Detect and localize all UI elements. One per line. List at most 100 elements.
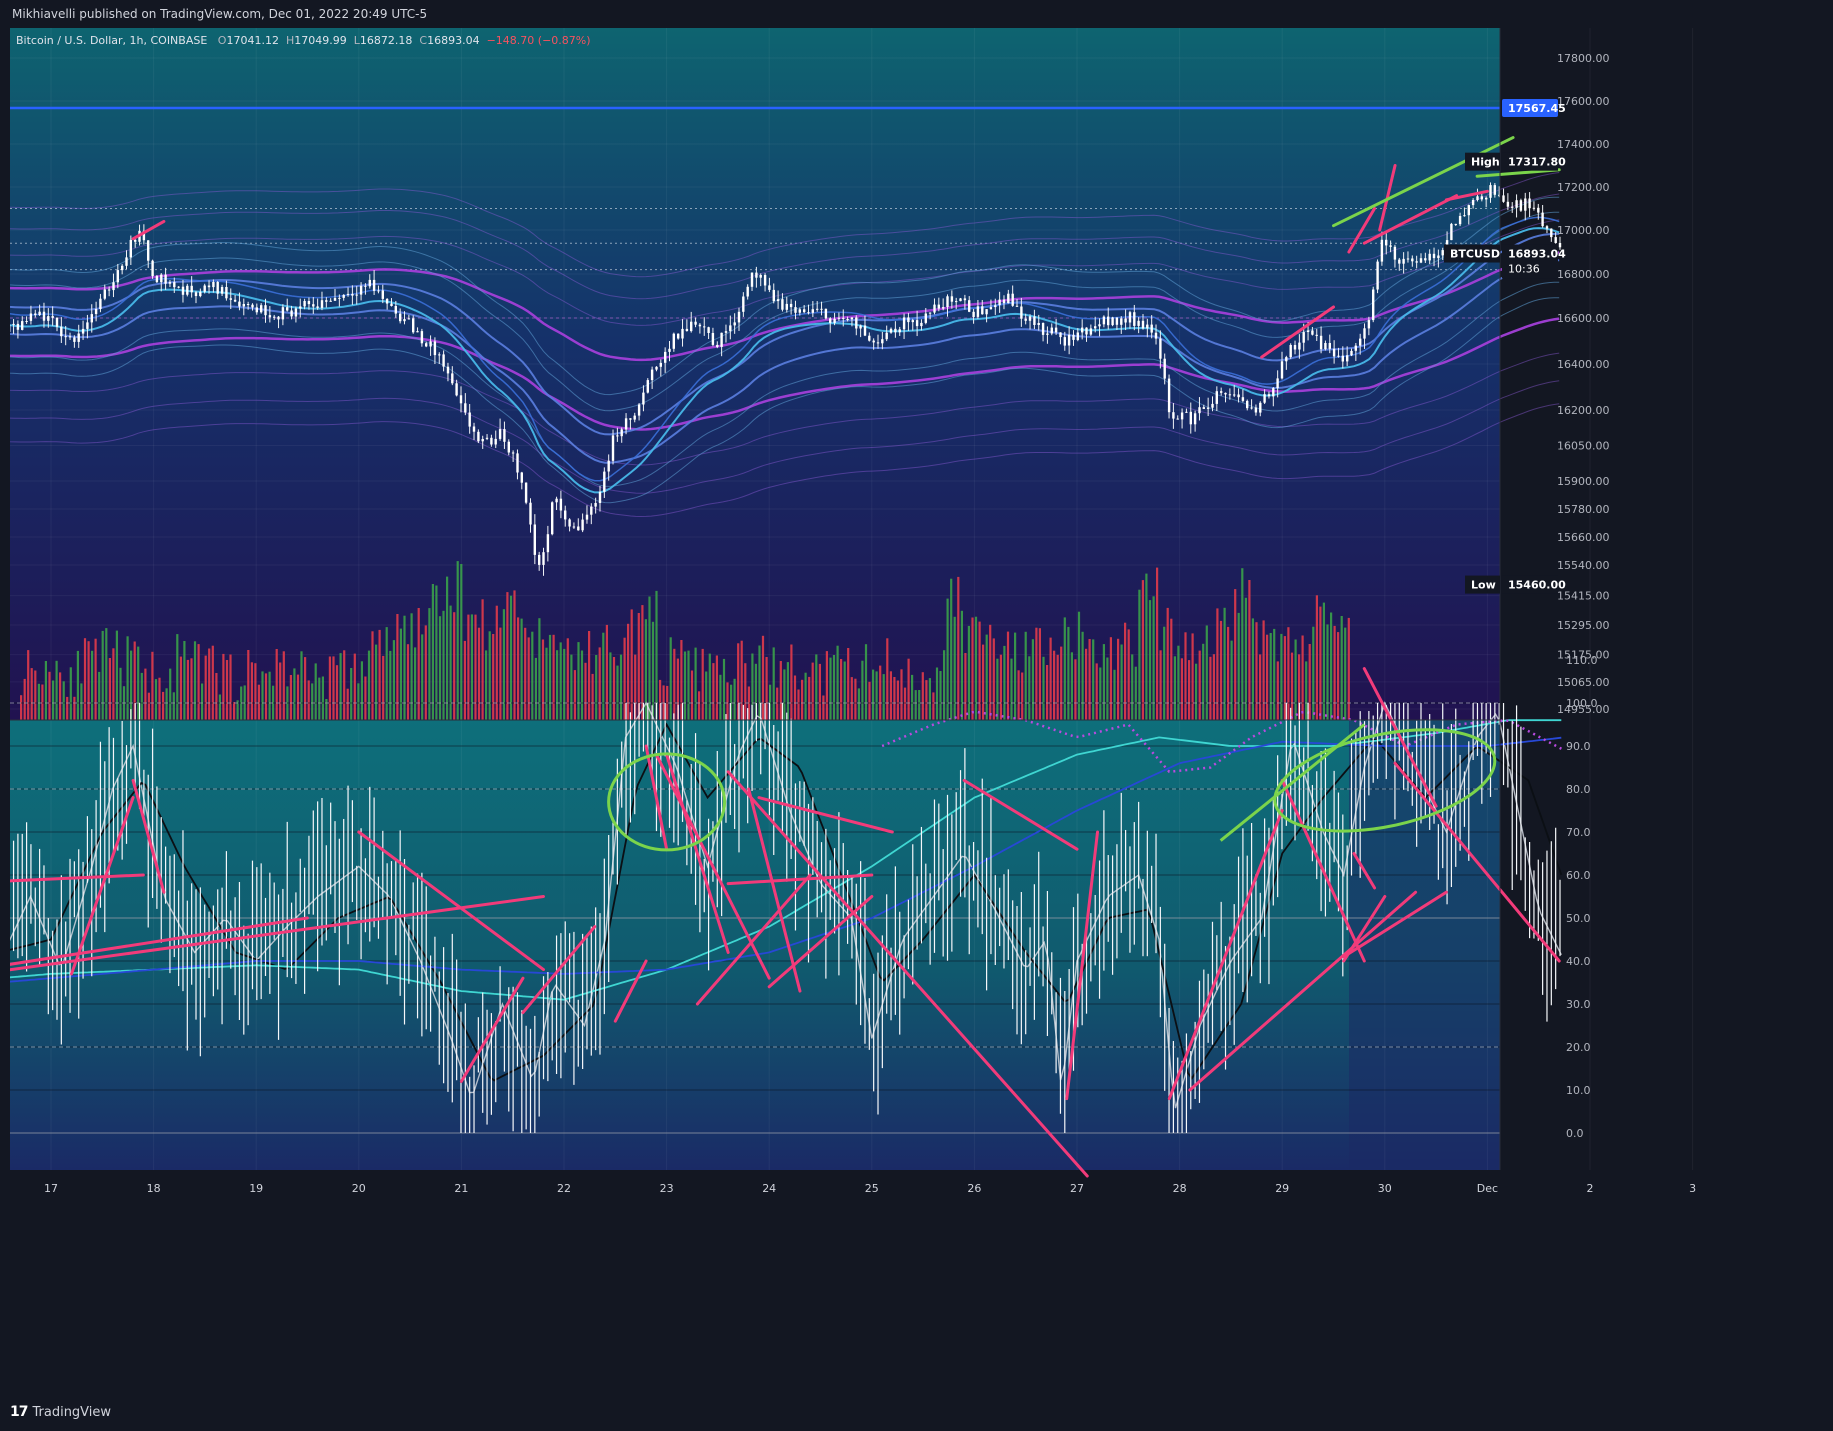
volume-bar-279 [1010, 658, 1013, 720]
candle-body-241 [994, 305, 997, 308]
candle-body-151 [603, 471, 606, 492]
candle-body-258 [1067, 334, 1071, 346]
volume-bar-334 [1205, 625, 1208, 720]
candle-body-107 [412, 318, 415, 333]
candle-body-141 [559, 498, 563, 511]
candle-body-311 [1298, 342, 1301, 350]
candle-body-200 [816, 308, 819, 310]
last-price-text: 16893.04 [1508, 248, 1566, 261]
volume-bar-310 [1120, 644, 1123, 720]
candle-body-41 [125, 257, 128, 266]
tradingview-logo[interactable]: 17 TradingView [10, 1404, 111, 1420]
volume-bar-263 [953, 616, 956, 720]
candle-body-218 [894, 328, 897, 333]
candle-body-302 [1259, 402, 1262, 413]
volume-bar-204 [744, 663, 747, 720]
candle-body-234 [963, 298, 967, 301]
candle-body-31 [81, 328, 85, 334]
volume-bar-273 [989, 624, 992, 720]
volume-bar-125 [463, 640, 466, 720]
volume-bar-239 [868, 681, 871, 720]
volume-bar-169 [619, 654, 623, 720]
candle-body-57 [194, 292, 198, 296]
candle-body-181 [733, 322, 736, 326]
candle-body-122 [477, 431, 480, 442]
candle-body-210 [859, 325, 862, 329]
volume-bar-101 [378, 629, 381, 720]
osc-tick-label-5: 60.0 [1566, 869, 1591, 882]
volume-bar-267 [967, 625, 970, 720]
candle-body-250 [1033, 316, 1036, 325]
time-tick-label-9: 26 [967, 1182, 981, 1195]
candle-body-71 [255, 307, 258, 313]
candle-body-16 [16, 323, 20, 330]
candle-body-205 [837, 317, 841, 319]
price-tick-label-8: 16200.00 [1557, 404, 1610, 417]
volume-bar-218 [793, 675, 797, 720]
candle-body-335 [1402, 258, 1405, 264]
volume-bar-259 [939, 671, 942, 720]
volume-bar-303 [1095, 663, 1098, 720]
candle-body-110 [425, 343, 428, 347]
volume-bar-12 [62, 681, 65, 720]
time-tick-label-12: 29 [1275, 1182, 1289, 1195]
candle-body-32 [86, 322, 89, 329]
candle-body-67 [238, 301, 241, 307]
volume-bar-243 [882, 674, 885, 720]
volume-bar-132 [488, 631, 491, 720]
volume-bar-364 [1312, 626, 1315, 720]
volume-bar-110 [410, 613, 413, 720]
candle-body-84 [312, 304, 315, 307]
candle-body-283 [1176, 418, 1179, 420]
volume-bar-241 [875, 671, 878, 720]
volume-bar-311 [1124, 622, 1127, 720]
candle-body-64 [225, 287, 228, 299]
candle-body-50 [164, 274, 167, 284]
candle-body-297 [1237, 394, 1240, 398]
candle-body-104 [399, 313, 402, 322]
candle-body-35 [99, 298, 102, 309]
candle-body-167 [672, 333, 675, 349]
candle-body-189 [768, 285, 771, 290]
candle-body-202 [824, 308, 828, 319]
candle-body-142 [564, 510, 567, 520]
candle-body-326 [1363, 328, 1366, 339]
volume-bar-298 [1077, 611, 1081, 720]
volume-bar-84 [318, 677, 321, 720]
candle-body-273 [1133, 312, 1136, 326]
candle-body-344 [1441, 250, 1444, 256]
volume-bar-330 [1191, 633, 1194, 720]
candle-body-26 [60, 326, 63, 337]
candle-body-153 [611, 435, 615, 461]
volume-bar-168 [616, 665, 619, 720]
chart-canvas[interactable]: 17800.0017600.0017400.0017200.0017000.00… [10, 28, 1833, 1392]
candle-body-362 [1519, 200, 1523, 211]
volume-bar-120 [446, 576, 449, 720]
volume-bar-138 [509, 595, 513, 720]
candle-body-208 [850, 317, 854, 320]
volume-bar-336 [1212, 654, 1215, 720]
volume-bar-145 [534, 657, 537, 720]
candle-body-343 [1437, 255, 1440, 259]
candle-body-244 [1007, 293, 1010, 304]
volume-bar-27 [115, 630, 118, 720]
time-tick-label-14: Dec [1477, 1182, 1498, 1195]
volume-bar-363 [1308, 644, 1311, 720]
volume-bar-184 [673, 648, 676, 720]
volume-bar-285 [1031, 639, 1034, 720]
time-tick-label-15: 2 [1587, 1182, 1594, 1195]
volume-bar-126 [467, 614, 470, 720]
candle-body-340 [1424, 258, 1427, 261]
candle-body-324 [1354, 345, 1357, 351]
volume-bar-229 [832, 655, 836, 720]
volume-bar-25 [108, 658, 111, 720]
candle-body-263 [1089, 328, 1093, 335]
volume-bar-346 [1248, 580, 1251, 720]
candle-body-221 [907, 317, 910, 323]
volume-bar-322 [1163, 626, 1166, 720]
candle-body-213 [872, 340, 875, 343]
volume-bar-34 [140, 672, 143, 720]
volume-bar-92 [346, 688, 349, 720]
volume-bar-187 [683, 651, 687, 720]
candle-body-127 [498, 429, 502, 439]
